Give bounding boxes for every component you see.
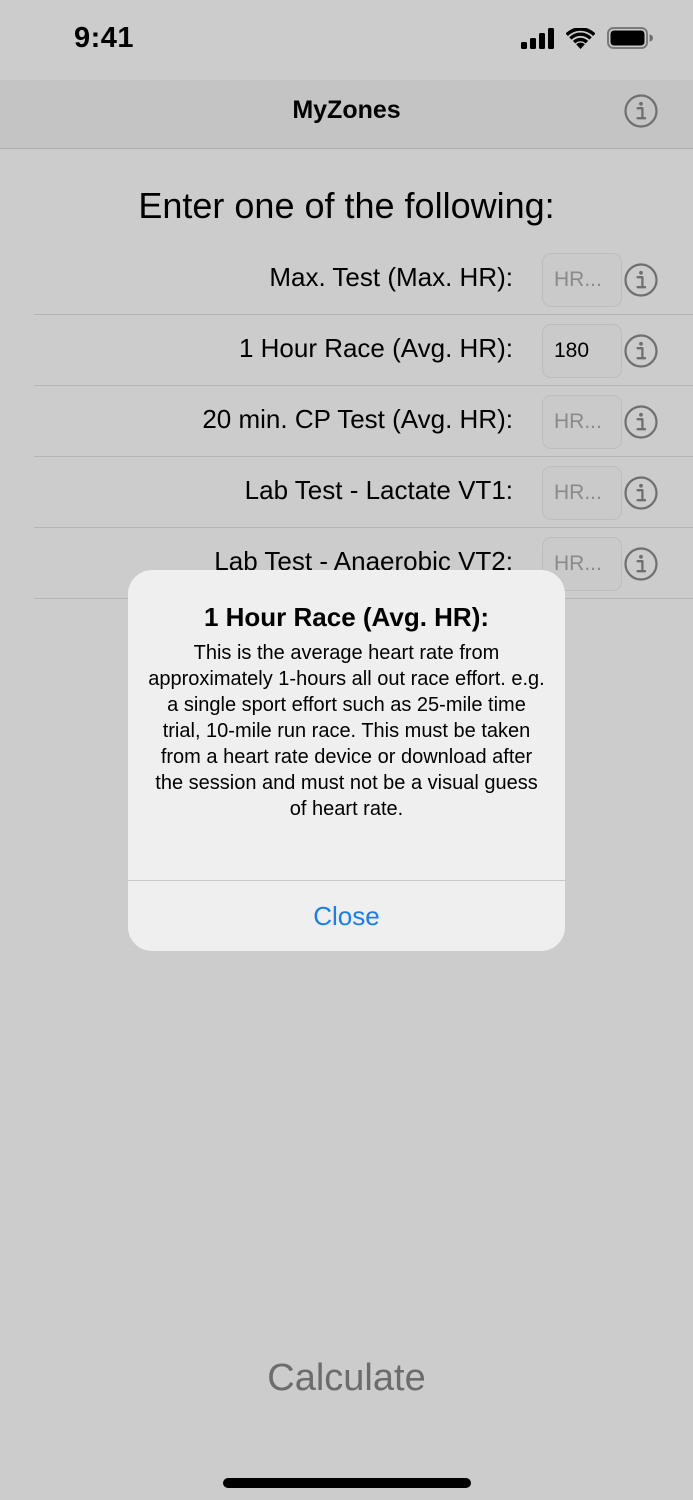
row-label: Max. Test (Max. HR): (269, 262, 513, 292)
row-label: 20 min. CP Test (Avg. HR): (202, 404, 513, 434)
info-circle-icon[interactable] (624, 263, 658, 297)
cp-test-hr-input[interactable]: HR... (542, 395, 622, 449)
row-label: 1 Hour Race (Avg. HR): (238, 333, 513, 363)
navigation-bar: MyZones (0, 80, 693, 149)
home-indicator (223, 1478, 471, 1488)
one-hour-race-hr-input[interactable]: 180 (542, 324, 622, 378)
page-title: MyZones (292, 96, 401, 124)
info-circle-icon[interactable] (624, 476, 658, 510)
info-circle-icon[interactable] (624, 547, 658, 581)
status-time: 9:41 (74, 22, 135, 54)
info-circle-icon[interactable] (624, 334, 658, 368)
dialog-title: 1 Hour Race (Avg. HR): (203, 602, 490, 632)
row-cp-test: 20 min. CP Test (Avg. HR): HR... (34, 386, 693, 457)
row-max-test: Max. Test (Max. HR): HR... (34, 244, 693, 315)
row-lactate-vt1: Lab Test - Lactate VT1: HR... (34, 457, 693, 528)
calculate-button[interactable]: Calculate (0, 1357, 693, 1400)
row-label: Lab Test - Lactate VT1: (244, 475, 513, 505)
info-circle-icon[interactable] (624, 405, 658, 439)
battery-icon (607, 27, 653, 49)
status-icons (521, 27, 653, 49)
cellular-signal-icon (521, 27, 554, 49)
row-one-hour-race: 1 Hour Race (Avg. HR): 180 (34, 315, 693, 386)
status-bar: 9:41 (0, 0, 693, 80)
close-button[interactable]: Close (128, 881, 565, 951)
lactate-vt1-hr-input[interactable]: HR... (542, 466, 622, 520)
instructions-heading: Enter one of the following: (138, 185, 555, 226)
max-hr-input[interactable]: HR... (542, 253, 622, 307)
wifi-icon (566, 27, 595, 49)
hr-input-list: Max. Test (Max. HR): HR... 1 Hour Race (… (34, 244, 693, 599)
dialog-message: This is the average heart rate from appr… (148, 642, 545, 820)
info-circle-icon[interactable] (624, 94, 658, 128)
info-alert-dialog: 1 Hour Race (Avg. HR): This is the avera… (128, 570, 565, 951)
